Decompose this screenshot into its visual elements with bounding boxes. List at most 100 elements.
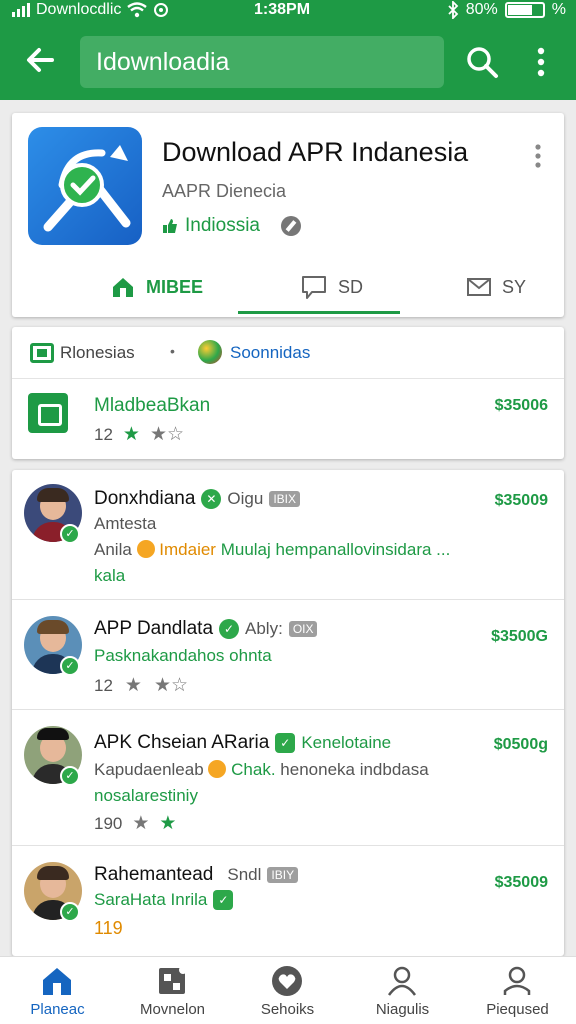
list-item[interactable]: ✓ Donxhdiana ✕ Oigu IBIX $35009 Amtesta …	[12, 470, 564, 600]
profile-icon	[503, 966, 531, 995]
search-field[interactable]: Idownloadia	[80, 36, 444, 88]
star-icon: ★☆	[149, 424, 185, 445]
category-row: Rlonesias • Soonnidas	[12, 327, 564, 379]
star-icon: ★	[122, 424, 140, 445]
nav-label: Movnelon	[139, 1001, 206, 1018]
tag-badge: IBIY	[267, 867, 299, 883]
bottom-navigation: Planeac Movnelon Sehoiks Niagulis Piequs…	[0, 956, 576, 1024]
item-subtitle: Amtesta	[94, 514, 157, 533]
thumbs-up-icon	[163, 219, 177, 233]
tab-label: SY	[502, 276, 527, 297]
item-rating: 190 ★ ★	[94, 813, 177, 834]
separator: •	[170, 343, 175, 359]
item-description: Anila Imdaier Muulaj hempanallovinsidara…	[94, 540, 451, 559]
nav-label: Sehoiks	[260, 1001, 315, 1018]
wifi-icon	[127, 2, 148, 18]
more-vert-icon[interactable]	[526, 42, 556, 82]
list-item[interactable]: ✓ Rahemantead Sndl IBIY $35009 SaraHata …	[12, 846, 564, 956]
mail-icon	[467, 278, 491, 296]
star-icon: ★☆	[153, 675, 189, 696]
nav-item-pieqused[interactable]: Pieqused	[460, 957, 575, 1024]
list-item[interactable]: ✓ APK Chseian ARaria ✓ Kenelotaine $0500…	[12, 710, 564, 846]
signal-icon	[12, 3, 30, 17]
item-rating: 12 ★ ★☆	[94, 675, 189, 696]
back-arrow-icon[interactable]	[20, 40, 60, 80]
category-label[interactable]: Rlonesias	[60, 343, 135, 363]
nav-label: Pieqused	[486, 1001, 549, 1018]
featured-rating: 12 ★ ★☆	[94, 423, 184, 446]
item-subtitle: SaraHata Inrila ✓	[94, 890, 234, 910]
check-badge-icon: ✓	[219, 619, 240, 639]
app-title: Download APR Indanesia	[162, 137, 469, 167]
tab-sd[interactable]: SD	[300, 259, 363, 315]
tab-label: MIBEE	[146, 276, 204, 297]
clock: 1:38PM	[254, 1, 311, 18]
list-item[interactable]: ✓ APP Dandlata ✓ Ably: OIX $3500G Paskna…	[12, 600, 564, 710]
battery-percent: 80%	[465, 1, 498, 18]
home-icon	[113, 278, 133, 297]
item-description-cont: kala	[94, 566, 126, 585]
tag-badge: OIX	[288, 621, 318, 637]
check-badge-icon: ✕	[201, 489, 222, 509]
nav-label: Planeac	[30, 1001, 85, 1018]
nav-item-planeac[interactable]: Planeac	[0, 957, 115, 1024]
check-badge-icon: ✓	[213, 890, 234, 910]
status-bar: Downlocdlic 1:38PM 80% %	[0, 0, 576, 22]
verified-icon: ✓	[60, 656, 80, 676]
featured-card: Rlonesias • Soonnidas MladbeaBkan 12 ★ ★…	[12, 327, 564, 459]
bluetooth-icon	[448, 1, 459, 19]
item-title: APK Chseian ARaria ✓ Kenelotaine	[94, 732, 392, 753]
heart-icon	[272, 966, 302, 996]
app-developer[interactable]: AAPR Dienecia	[162, 181, 286, 202]
app-header-card: Download APR Indanesia AAPR Dienecia Ind…	[12, 113, 564, 317]
nav-item-niagulis[interactable]: Niagulis	[345, 957, 460, 1024]
ball-icon	[198, 340, 222, 364]
item-description: Kapudaenleab Chak. henoneka indbdasa	[94, 760, 429, 779]
item-title: Rahemantead Sndl IBIY	[94, 864, 299, 886]
item-price: $35009	[494, 874, 548, 891]
app-subtitle: Indiossia	[162, 215, 301, 237]
item-description-cont: nosalarestiniy	[94, 786, 198, 805]
category-link[interactable]: Soonnidas	[230, 343, 310, 363]
featured-price: $35006	[494, 397, 548, 414]
search-icon[interactable]	[462, 42, 502, 82]
tab-sy[interactable]: SY	[466, 259, 526, 315]
emoji-icon	[136, 540, 155, 558]
card-more-icon[interactable]	[530, 143, 546, 169]
tab-label: SD	[338, 276, 364, 297]
tab-mibee[interactable]: MIBEE	[110, 259, 203, 315]
category-icon	[30, 343, 54, 363]
item-price: $3500G	[491, 628, 548, 645]
nav-item-sehoiks[interactable]: Sehoiks	[230, 957, 345, 1024]
person-icon	[387, 966, 417, 996]
item-title: APP Dandlata ✓ Ably: OIX	[94, 618, 318, 640]
tab-bar: MIBEE SD SY	[12, 259, 564, 315]
app-icon[interactable]	[28, 127, 142, 245]
check-badge-icon: ✓	[275, 733, 296, 753]
item-title: Donxhdiana ✕ Oigu IBIX	[94, 488, 301, 510]
chat-icon	[302, 276, 326, 299]
featured-app-name[interactable]: MladbeaBkan	[94, 395, 210, 417]
home-icon	[43, 968, 71, 995]
settings-icon[interactable]	[281, 216, 301, 236]
grid-icon	[159, 966, 187, 994]
search-field-text: Idownloadia	[96, 48, 230, 76]
app-subtitle-text: Indiossia	[185, 215, 260, 236]
star-icon: ★	[159, 813, 177, 834]
battery-icon	[504, 2, 545, 18]
nav-item-movnelon[interactable]: Movnelon	[115, 957, 230, 1024]
star-icon: ★	[132, 813, 150, 834]
rating-count: 12	[94, 424, 113, 444]
item-count: 119	[94, 918, 123, 938]
item-price: $35009	[494, 492, 548, 509]
app-list: ✓ Donxhdiana ✕ Oigu IBIX $35009 Amtesta …	[12, 470, 564, 956]
nav-label: Niagulis	[375, 1001, 430, 1018]
item-subtitle: Pasknakandahos ohnta	[94, 646, 272, 665]
featured-app-icon[interactable]	[28, 393, 68, 433]
carrier-name: Downlocdlic	[36, 1, 122, 18]
tag-badge: IBIX	[269, 491, 301, 507]
emoji-icon	[208, 760, 227, 778]
verified-icon: ✓	[60, 902, 80, 922]
verified-icon: ✓	[60, 766, 80, 786]
star-icon: ★	[124, 675, 142, 696]
